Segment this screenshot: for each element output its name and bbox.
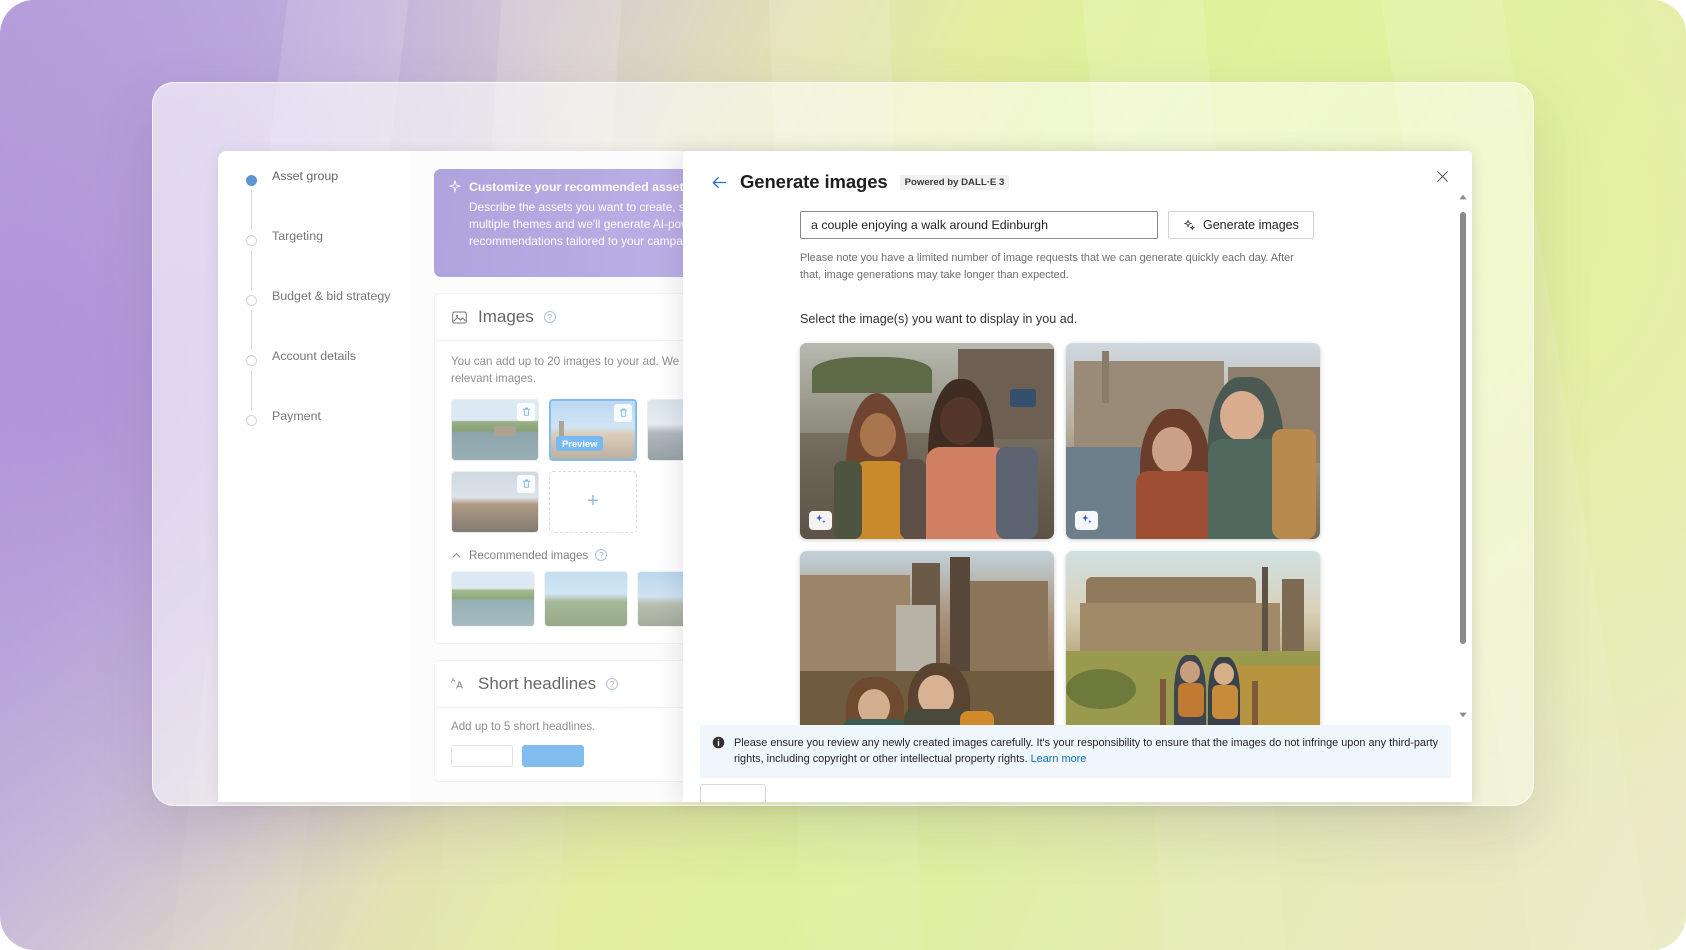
- generate-images-button-label: Generate images: [1203, 218, 1299, 232]
- scroll-up-arrow[interactable]: [1457, 191, 1469, 202]
- dialog-title: Generate images: [740, 171, 888, 193]
- scroll-down-arrow[interactable]: [1457, 709, 1469, 720]
- generate-images-button[interactable]: Generate images: [1168, 211, 1314, 239]
- rate-limit-note: Please note you have a limited number of…: [800, 250, 1310, 285]
- prompt-row: Generate images: [800, 211, 1472, 239]
- select-images-note: Select the image(s) you want to display …: [800, 312, 1472, 326]
- sparkle-icon: [1183, 219, 1196, 232]
- chevron-up-icon: [1459, 194, 1467, 200]
- image-rights-notice: Please ensure you review any newly creat…: [700, 725, 1451, 778]
- sparkle-icon: [1080, 514, 1094, 526]
- generate-images-dialog: Generate images Powered by DALL·E 3 Gene…: [683, 151, 1472, 802]
- sparkle-icon: [814, 514, 828, 526]
- dialog-header: Generate images Powered by DALL·E 3: [683, 151, 1472, 193]
- generated-images-grid: [800, 343, 1320, 747]
- close-icon[interactable]: [1429, 163, 1455, 189]
- ai-generated-badge: [809, 511, 832, 530]
- screenshot-stage: Asset group Targeting Budget & bid strat…: [0, 0, 1686, 950]
- generated-image-card-3[interactable]: [800, 551, 1054, 747]
- generated-image-card-2[interactable]: [1066, 343, 1320, 539]
- scrollbar-track[interactable]: [1457, 202, 1469, 709]
- dialog-scrollbar[interactable]: [1457, 191, 1469, 720]
- chevron-down-icon: [1459, 712, 1467, 718]
- ai-generated-badge: [1075, 511, 1098, 530]
- powered-by-badge: Powered by DALL·E 3: [900, 175, 1010, 190]
- info-icon: [712, 736, 725, 749]
- dialog-footer-button[interactable]: [700, 784, 766, 802]
- learn-more-link[interactable]: Learn more: [1031, 753, 1087, 765]
- scrollbar-thumb[interactable]: [1460, 212, 1466, 644]
- back-arrow-icon[interactable]: [711, 174, 728, 191]
- generated-image-card-4[interactable]: [1066, 551, 1320, 747]
- close-glyph: [1436, 170, 1449, 183]
- generated-image-card-1[interactable]: [800, 343, 1054, 539]
- prompt-input[interactable]: [800, 211, 1158, 239]
